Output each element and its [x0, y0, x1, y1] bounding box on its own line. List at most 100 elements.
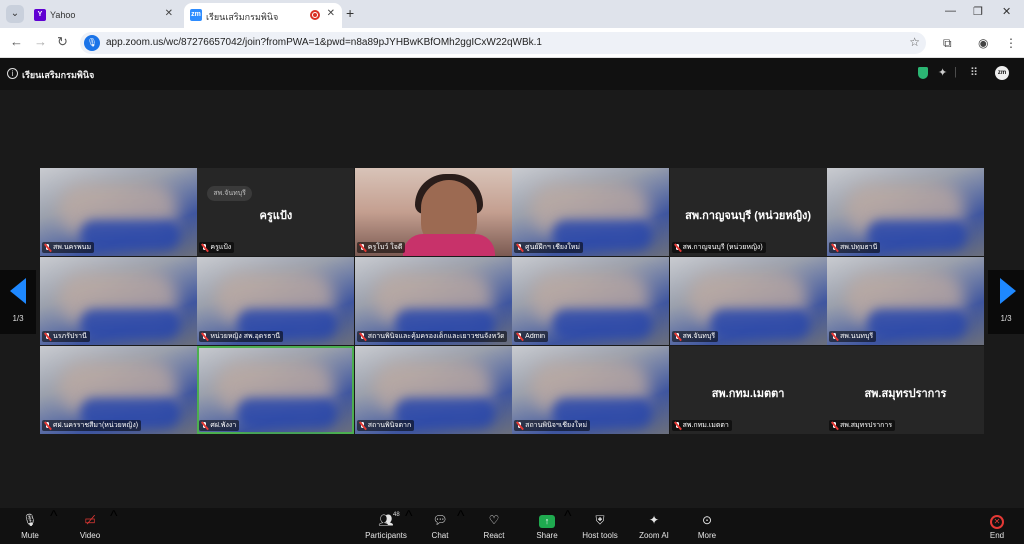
participant-tile[interactable]: ศฝ.พังงา	[197, 346, 355, 434]
participant-tile[interactable]: สพ.กทม.เมตตา สพ.กทม.เมตตา	[669, 346, 827, 434]
restore-icon[interactable]: ❐	[973, 5, 983, 18]
participant-name: สพ.นครพนม	[53, 244, 92, 251]
browser-menu-icon[interactable]: ⋮	[1005, 36, 1017, 50]
participant-tile[interactable]: หน่วยหญิง สพ.อุดรธานี	[197, 257, 355, 345]
participant-name-tag: ศูนย์ฝึกฯ เชียงใหม่	[514, 242, 584, 253]
ai-sparkle-icon: ✦	[648, 513, 660, 527]
sparkle-icon[interactable]: ✦	[938, 66, 947, 79]
muted-mic-icon	[201, 332, 208, 341]
previous-page-button[interactable]: 1/3	[0, 270, 36, 334]
muted-mic-icon	[201, 243, 208, 252]
participant-tile[interactable]: สถานพินิจตาก	[354, 346, 512, 434]
participants-label: Participants	[365, 531, 407, 540]
share-button[interactable]: ↑ Share	[529, 508, 565, 544]
participant-tile[interactable]: สถานพินิจและคุ้มครองเด็กและเยาวชนจังหวัด…	[354, 257, 512, 345]
gallery-grid: สพ.นครพนม สพ.จันทบุรี ครูแป้ง ครูแป้ง ครูโบว…	[40, 168, 984, 434]
host-tools-button[interactable]: ⛨ Host tools	[578, 508, 622, 544]
zoom-ai-button[interactable]: ✦ Zoom AI	[634, 508, 674, 544]
share-label: Share	[536, 531, 558, 540]
participant-name-tag: สพ.กาญจนบุรี (หน่วยหญิง)	[671, 242, 766, 253]
participant-tile[interactable]: สพ.นนทบุรี	[826, 257, 984, 345]
video-options-chevron-icon[interactable]: ^	[110, 508, 118, 526]
muted-mic-icon	[44, 332, 51, 341]
muted-mic-icon	[831, 421, 838, 430]
close-tab-icon[interactable]: ✕	[165, 8, 173, 19]
participant-tile[interactable]: Admin	[512, 257, 670, 345]
participant-name: ศูนย์ฝึกฯ เชียงใหม่	[525, 244, 581, 251]
reload-icon[interactable]: ↻	[57, 35, 68, 49]
profile-icon[interactable]: ◉	[978, 36, 988, 50]
new-tab-icon[interactable]: +	[346, 5, 354, 21]
site-info-icon[interactable]: 🎙	[84, 35, 100, 51]
participant-tile[interactable]: นรภรัปรานี	[40, 257, 197, 345]
blurred-video	[237, 398, 338, 428]
participant-name-tag: ครูแป้ง	[199, 242, 235, 253]
tab-yahoo[interactable]: Y Yahoo ✕	[28, 3, 180, 28]
tab-search-button[interactable]: ⌄	[6, 5, 24, 23]
minimize-icon[interactable]: —	[945, 5, 956, 17]
participant-name-tag: สพ.นนทบุรี	[828, 331, 877, 342]
share-arrow-icon: ↑	[529, 513, 565, 528]
participant-name: Admin	[525, 333, 546, 340]
participant-name-tag: สพ.กทม.เมตตา	[671, 420, 732, 431]
bookmark-star-icon[interactable]: ☆	[909, 35, 920, 49]
mute-button[interactable]: 🎙︎ Mute	[10, 508, 50, 544]
close-window-icon[interactable]: ✕	[1002, 5, 1011, 18]
react-button[interactable]: ♡ React	[476, 508, 512, 544]
participant-name-tag: Admin	[514, 331, 549, 342]
zoom-logo-icon[interactable]: zm	[995, 66, 1009, 80]
meeting-info-icon[interactable]: i	[7, 68, 18, 79]
participant-name: นรภรัปรานี	[53, 333, 87, 340]
page-indicator: 1/3	[1000, 314, 1012, 323]
blurred-video	[866, 309, 967, 339]
back-icon[interactable]: ←	[10, 35, 23, 49]
participant-tile[interactable]: สพ.กาญจนบุรี (หน่วยหญิง) สพ.กาญจนบุรี (หน…	[669, 168, 827, 256]
participant-name-tag: ศฝ.พังงา	[199, 420, 240, 431]
participant-name-tag: หน่วยหญิง สพ.อุดรธานี	[199, 331, 284, 342]
participant-name-tag: สพ.ปทุมธานี	[828, 242, 881, 253]
url-text[interactable]: app.zoom.us/wc/87276657042/join?fromPWA=…	[106, 37, 542, 48]
participant-tile[interactable]: สพ.ปทุมธานี	[826, 168, 984, 256]
participant-tile[interactable]: ศูนย์ฝึกฯ เชียงใหม่	[512, 168, 670, 256]
participant-display-name: ครูแป้ง	[259, 210, 293, 222]
video-stage: 1/3 1/3 สพ.นครพนม สพ.จันทบุรี ครูแป้ง ครูแป…	[0, 90, 1024, 508]
encryption-shield-icon[interactable]	[918, 67, 928, 79]
end-label: End	[989, 531, 1005, 540]
participant-tile[interactable]: ศฝ.นครราชสีมา(หน่วยหญิง)	[40, 346, 197, 434]
participant-tile[interactable]: สพ.นครพนม	[40, 168, 197, 256]
close-tab-icon[interactable]: ✕	[327, 8, 335, 19]
video-button[interactable]: ▭̸ Video	[70, 508, 110, 544]
next-page-button[interactable]: 1/3	[988, 270, 1024, 334]
end-button[interactable]: ✕ End	[980, 508, 1014, 544]
meeting-toolbar: 🎙︎ Mute ^ ▭̸ Video ^ 👥︎ 48 Participants …	[0, 508, 1024, 544]
participant-name-tag: ศฝ.นครราชสีมา(หน่วยหญิง)	[42, 420, 142, 431]
shield-icon: ⛨	[595, 513, 605, 527]
participant-tile[interactable]: สพ.จันทบุรี	[669, 257, 827, 345]
audio-options-chevron-icon[interactable]: ^	[50, 508, 58, 526]
meeting-header: i เรียนเสริมกรมพินิจ ✦ | ⠿ zm	[0, 58, 1024, 90]
muted-mic-icon	[359, 421, 366, 430]
end-x-icon: ✕	[980, 513, 1014, 529]
apps-grid-icon[interactable]: ⠿	[970, 66, 978, 79]
mute-label: Mute	[21, 531, 39, 540]
muted-mic-icon	[674, 332, 681, 341]
chat-button[interactable]: 💬︎ Chat	[422, 508, 458, 544]
forward-icon[interactable]: →	[34, 35, 47, 49]
more-button[interactable]: ⊙ More	[688, 508, 726, 544]
browser-tab-bar: ⌄ Y Yahoo ✕ zm เรียนเสริมกรมพินิจ ✕ + — …	[0, 0, 1024, 28]
participants-chevron-icon[interactable]: ^	[405, 508, 413, 526]
muted-mic-icon	[44, 421, 51, 430]
tab-zoom-meeting[interactable]: zm เรียนเสริมกรมพินิจ ✕	[184, 3, 342, 28]
share-chevron-icon[interactable]: ^	[564, 508, 572, 526]
divider: |	[954, 66, 957, 78]
participant-name: สถานพินิจและคุ้มครองเด็กและเยาวชนจังหวัด…	[367, 333, 504, 340]
extensions-icon[interactable]: ⧉	[943, 36, 952, 51]
video-label: Video	[79, 531, 101, 540]
address-bar[interactable]: 🎙 app.zoom.us/wc/87276657042/join?fromPW…	[80, 32, 926, 54]
participant-name: สถานพินิจตาก	[367, 422, 412, 429]
participant-tile[interactable]: สพ.สมุทรปราการ สพ.สมุทรปราการ	[826, 346, 984, 434]
chat-chevron-icon[interactable]: ^	[457, 508, 465, 526]
participant-tile[interactable]: ครูโบว์ ใจดี	[354, 168, 512, 256]
participant-tile[interactable]: สถานพินิจฯเชียงใหม่	[512, 346, 670, 434]
participant-tile[interactable]: สพ.จันทบุรี ครูแป้ง ครูแป้ง	[197, 168, 355, 256]
